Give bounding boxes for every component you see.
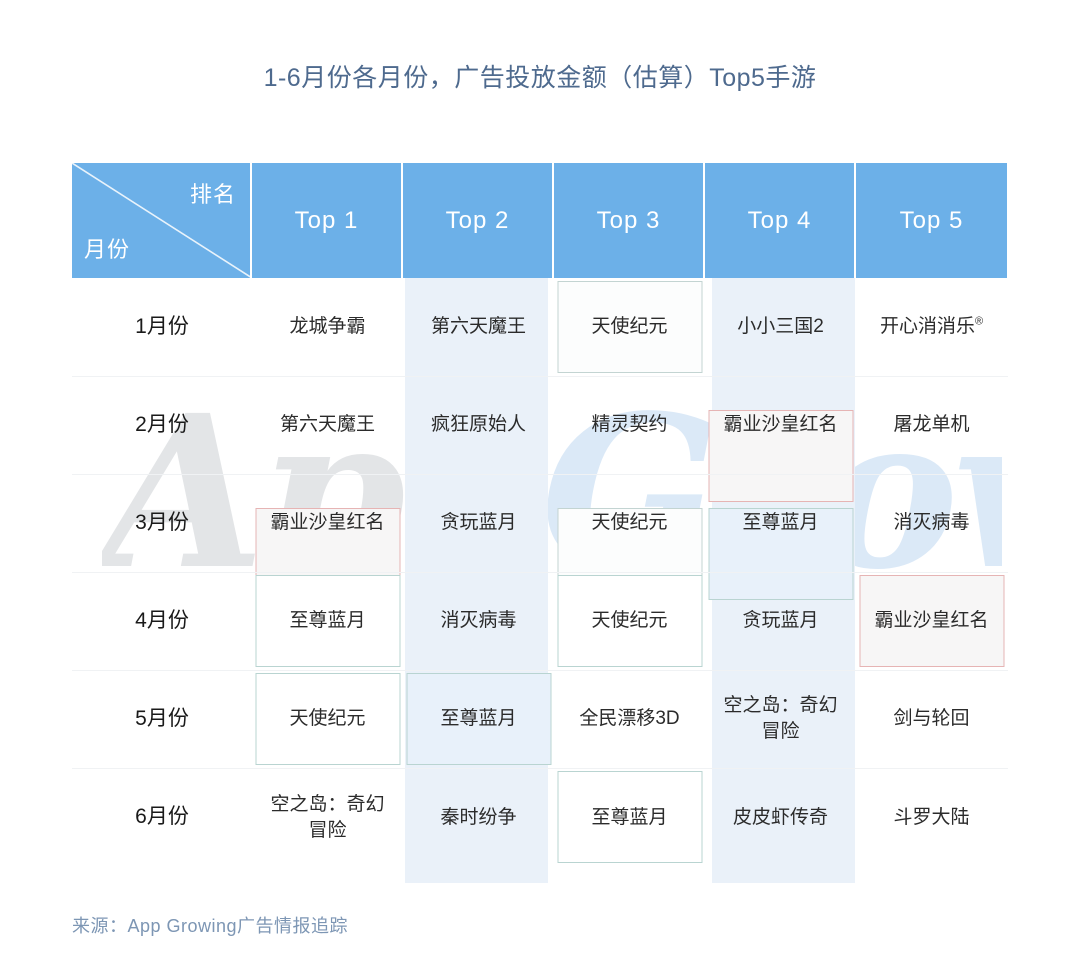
cell-r3-top1: 霸业沙皇红名 <box>252 474 403 572</box>
row-month-label: 5月份 <box>135 706 189 730</box>
header-top3: Top 3 <box>554 163 705 278</box>
header-top2: Top 2 <box>403 163 554 278</box>
cell-r5-top1: 天使纪元 <box>252 670 403 768</box>
header-top5: Top 5 <box>856 163 1007 278</box>
cell-r2-top5: 屠龙单机 <box>893 414 970 436</box>
table-row: 1月份 龙城争霸 第六天魔王 天使纪元 小小三国2 开心消消乐® <box>72 278 1008 376</box>
table-row: 2月份 第六天魔王 疯狂原始人 精灵契约 霸业沙皇红名 屠龙单机 <box>72 376 1008 474</box>
cell-r4-top5: 霸业沙皇红名 <box>856 572 1007 670</box>
row-month-label: 6月份 <box>135 805 189 829</box>
header-corner-cell: 排名 月份 <box>72 163 252 278</box>
table-row: 4月份 至尊蓝月 消灭病毒 天使纪元 贪玩蓝月 霸业沙皇红名 <box>72 572 1008 670</box>
ranking-table: AppGrowing 排名 月份 Top 1 Top 2 Top 3 Top 4… <box>72 163 1008 883</box>
cell-r5-top3: 全民漂移3D <box>579 708 680 730</box>
table-row: 6月份 空之岛：奇幻 冒险 秦时纷争 至尊蓝月 皮皮虾传奇 斗罗大陆 <box>72 768 1008 867</box>
page-title: 1-6月份各月份，广告投放金额（估算）Top5手游 <box>263 64 817 92</box>
cell-r6-top3: 至尊蓝月 <box>554 768 705 867</box>
registered-mark: ® <box>974 315 984 328</box>
cell-r5-top5: 剑与轮回 <box>893 708 970 730</box>
cell-r6-top1: 空之岛：奇幻 冒险 <box>270 793 385 841</box>
cell-r4-top1: 至尊蓝月 <box>252 572 403 670</box>
cell-r2-top1: 第六天魔王 <box>279 414 375 436</box>
cell-r4-top2: 消灭病毒 <box>440 610 517 632</box>
cell-r2-top4: 霸业沙皇红名 <box>705 376 856 474</box>
cell-r3-top3: 天使纪元 <box>554 474 705 572</box>
row-month-label: 1月份 <box>135 314 189 338</box>
cell-r1-top1: 龙城争霸 <box>289 316 366 338</box>
cell-r6-top5: 斗罗大陆 <box>893 806 970 828</box>
cell-r5-top4: 空之岛：奇幻 冒险 <box>723 695 838 742</box>
row-month-label: 4月份 <box>135 608 189 632</box>
cell-r5-top2: 至尊蓝月 <box>403 670 554 768</box>
cell-r3-top2: 贪玩蓝月 <box>440 512 517 534</box>
row-month-label: 2月份 <box>135 412 189 436</box>
table-header-row: 排名 月份 Top 1 Top 2 Top 3 Top 4 Top 5 <box>72 163 1008 278</box>
cell-r2-top2: 疯狂原始人 <box>430 414 526 436</box>
header-month-label: 月份 <box>84 237 131 262</box>
cell-r3-top5: 消灭病毒 <box>893 512 970 534</box>
table-body: 1月份 龙城争霸 第六天魔王 天使纪元 小小三国2 开心消消乐® 2月份 第六天… <box>72 278 1008 867</box>
cell-r4-top3: 天使纪元 <box>554 572 705 670</box>
header-top1: Top 1 <box>252 163 403 278</box>
cell-r6-top2: 秦时纷争 <box>440 806 517 828</box>
source-note: 来源：App Growing广告情报追踪 <box>72 916 349 936</box>
header-top4: Top 4 <box>705 163 856 278</box>
cell-r1-top4: 小小三国2 <box>737 316 824 338</box>
cell-r1-top5: 开心消消乐® <box>879 315 984 338</box>
cell-r1-top2: 第六天魔王 <box>430 316 526 338</box>
header-rank-label: 排名 <box>189 182 236 207</box>
table-row: 5月份 天使纪元 至尊蓝月 全民漂移3D 空之岛：奇幻 冒险 剑与轮回 <box>72 670 1008 768</box>
table-row: 3月份 霸业沙皇红名 贪玩蓝月 天使纪元 至尊蓝月 消灭病毒 <box>72 474 1008 572</box>
row-month-label: 3月份 <box>135 510 189 534</box>
cell-r1-top3: 天使纪元 <box>554 278 705 376</box>
cell-r2-top3: 精灵契约 <box>591 414 668 436</box>
cell-r6-top4: 皮皮虾传奇 <box>732 806 828 828</box>
